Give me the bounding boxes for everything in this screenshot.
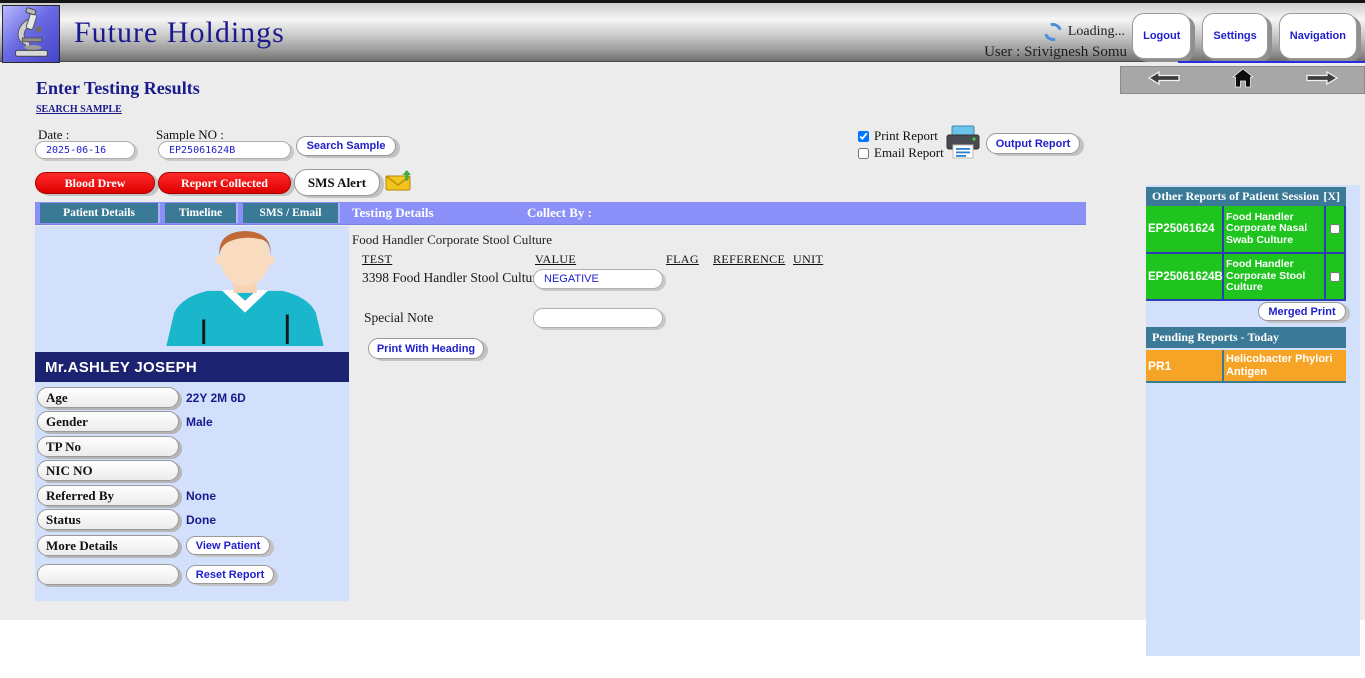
report-name: Food Handler Corporate Nasal Swab Cultur… [1224, 206, 1324, 252]
tab-sms-email[interactable]: SMS / Email [243, 203, 340, 223]
report-select-cell [1326, 206, 1344, 252]
field-label-tp-no: TP No [37, 436, 179, 457]
loading-indicator: Loading... [1044, 23, 1125, 41]
email-report-option: Email Report [858, 145, 944, 161]
column-header-test: TEST [362, 252, 392, 267]
history-navbar [1120, 66, 1365, 94]
navigation-button[interactable]: Navigation [1279, 13, 1357, 59]
special-note-input[interactable] [533, 308, 663, 328]
test-value-input[interactable] [533, 269, 663, 289]
field-value-age: 22Y 2M 6D [186, 387, 246, 408]
pending-reports-table: PR1 Helicobacter Phylori Antigen [1146, 350, 1346, 383]
collect-by-label: Collect By : [527, 202, 592, 224]
home-icon[interactable] [1232, 68, 1254, 93]
column-header-flag: FLAG [666, 252, 699, 267]
view-patient-button[interactable]: View Patient [186, 536, 270, 555]
other-reports-header: Other Reports of Patient Session [X] [1146, 187, 1346, 206]
brand-title: Future Holdings [74, 16, 285, 50]
table-row[interactable]: EP25061624 Food Handler Corporate Nasal … [1146, 206, 1346, 252]
report-id: EP25061624 [1146, 206, 1222, 252]
forward-arrow-icon[interactable] [1305, 71, 1339, 90]
logout-button[interactable]: Logout [1132, 13, 1191, 59]
field-value-status: Done [186, 509, 216, 530]
blood-drew-button[interactable]: Blood Drew [35, 172, 155, 194]
pending-name: Helicobacter Phylori Antigen [1224, 350, 1346, 381]
tab-patient-details[interactable]: Patient Details [40, 203, 160, 223]
report-name: Food Handler Corporate Stool Culture [1224, 254, 1324, 299]
settings-button[interactable]: Settings [1202, 13, 1267, 59]
column-header-value: VALUE [535, 252, 576, 267]
merged-print-button[interactable]: Merged Print [1258, 302, 1346, 321]
print-report-option: Print Report [858, 128, 938, 144]
pending-reports-title: Pending Reports - Today [1152, 330, 1279, 345]
search-sample-link[interactable]: SEARCH SAMPLE [36, 104, 122, 115]
search-sample-button[interactable]: Search Sample [296, 136, 396, 156]
pending-id: PR1 [1146, 350, 1222, 381]
table-row[interactable]: EP25061624B Food Handler Corporate Stool… [1146, 254, 1346, 299]
back-arrow-icon[interactable] [1147, 71, 1181, 90]
table-row[interactable]: PR1 Helicobacter Phylori Antigen [1146, 350, 1346, 381]
field-label-more-details: More Details [37, 535, 179, 556]
header-button-group: Logout Settings Navigation [1132, 13, 1357, 59]
app-window: Future Holdings Loading... User : Srivig… [0, 0, 1365, 678]
print-report-checkbox[interactable] [858, 131, 869, 142]
page-title: Enter Testing Results [36, 78, 200, 99]
output-report-button[interactable]: Output Report [986, 133, 1080, 154]
field-label-blank [37, 564, 179, 585]
report-id: EP25061624B [1146, 254, 1222, 299]
pending-reports-header: Pending Reports - Today [1146, 327, 1346, 348]
special-note-label: Special Note [364, 310, 433, 326]
print-report-label: Print Report [874, 128, 938, 144]
field-label-referred-by: Referred By [37, 485, 179, 506]
field-label-status: Status [37, 509, 179, 530]
email-report-checkbox[interactable] [858, 148, 869, 159]
app-header: Future Holdings Loading... User : Srivig… [0, 0, 1365, 62]
brand-logo [2, 5, 60, 63]
field-label-gender: Gender [37, 411, 179, 432]
header-accent-line [1178, 61, 1365, 63]
report-select-cell [1326, 254, 1344, 299]
reset-report-button[interactable]: Reset Report [186, 565, 274, 584]
printer-icon[interactable] [945, 125, 981, 166]
sample-no-input[interactable] [158, 141, 291, 159]
report-select-checkbox[interactable] [1330, 272, 1340, 282]
microscope-icon [3, 49, 59, 66]
tab-bar: Patient Details Timeline SMS / Email Tes… [35, 202, 1086, 225]
field-label-age: Age [37, 387, 179, 408]
envelope-icon[interactable] [385, 170, 412, 196]
print-with-heading-button[interactable]: Print With Heading [368, 338, 484, 359]
date-input[interactable] [35, 141, 135, 159]
report-select-checkbox[interactable] [1330, 224, 1340, 234]
column-header-unit: UNIT [793, 252, 823, 267]
email-report-label: Email Report [874, 145, 944, 161]
spinner-icon [1041, 20, 1065, 44]
report-collected-button[interactable]: Report Collected [158, 172, 291, 194]
logged-in-user: User : Srivignesh Somu [984, 44, 1127, 61]
field-label-nic-no: NIC NO [37, 460, 179, 481]
field-value-gender: Male [186, 411, 213, 432]
test-row-name: 3398 Food Handler Stool Culture [362, 270, 543, 286]
other-reports-title: Other Reports of Patient Session [1152, 189, 1319, 204]
sms-alert-button[interactable]: SMS Alert [294, 169, 380, 196]
patient-name-bar: Mr.ASHLEY JOSEPH [35, 352, 349, 382]
column-header-reference: REFERENCE [713, 252, 785, 267]
patient-avatar [155, 228, 335, 351]
loading-text: Loading... [1068, 24, 1125, 40]
testing-details-label: Testing Details [352, 202, 434, 224]
close-icon[interactable]: [X] [1323, 189, 1340, 204]
field-value-referred-by: None [186, 485, 216, 506]
tab-timeline[interactable]: Timeline [165, 203, 238, 223]
test-group-title: Food Handler Corporate Stool Culture [352, 232, 552, 248]
other-reports-table: EP25061624 Food Handler Corporate Nasal … [1146, 206, 1346, 301]
